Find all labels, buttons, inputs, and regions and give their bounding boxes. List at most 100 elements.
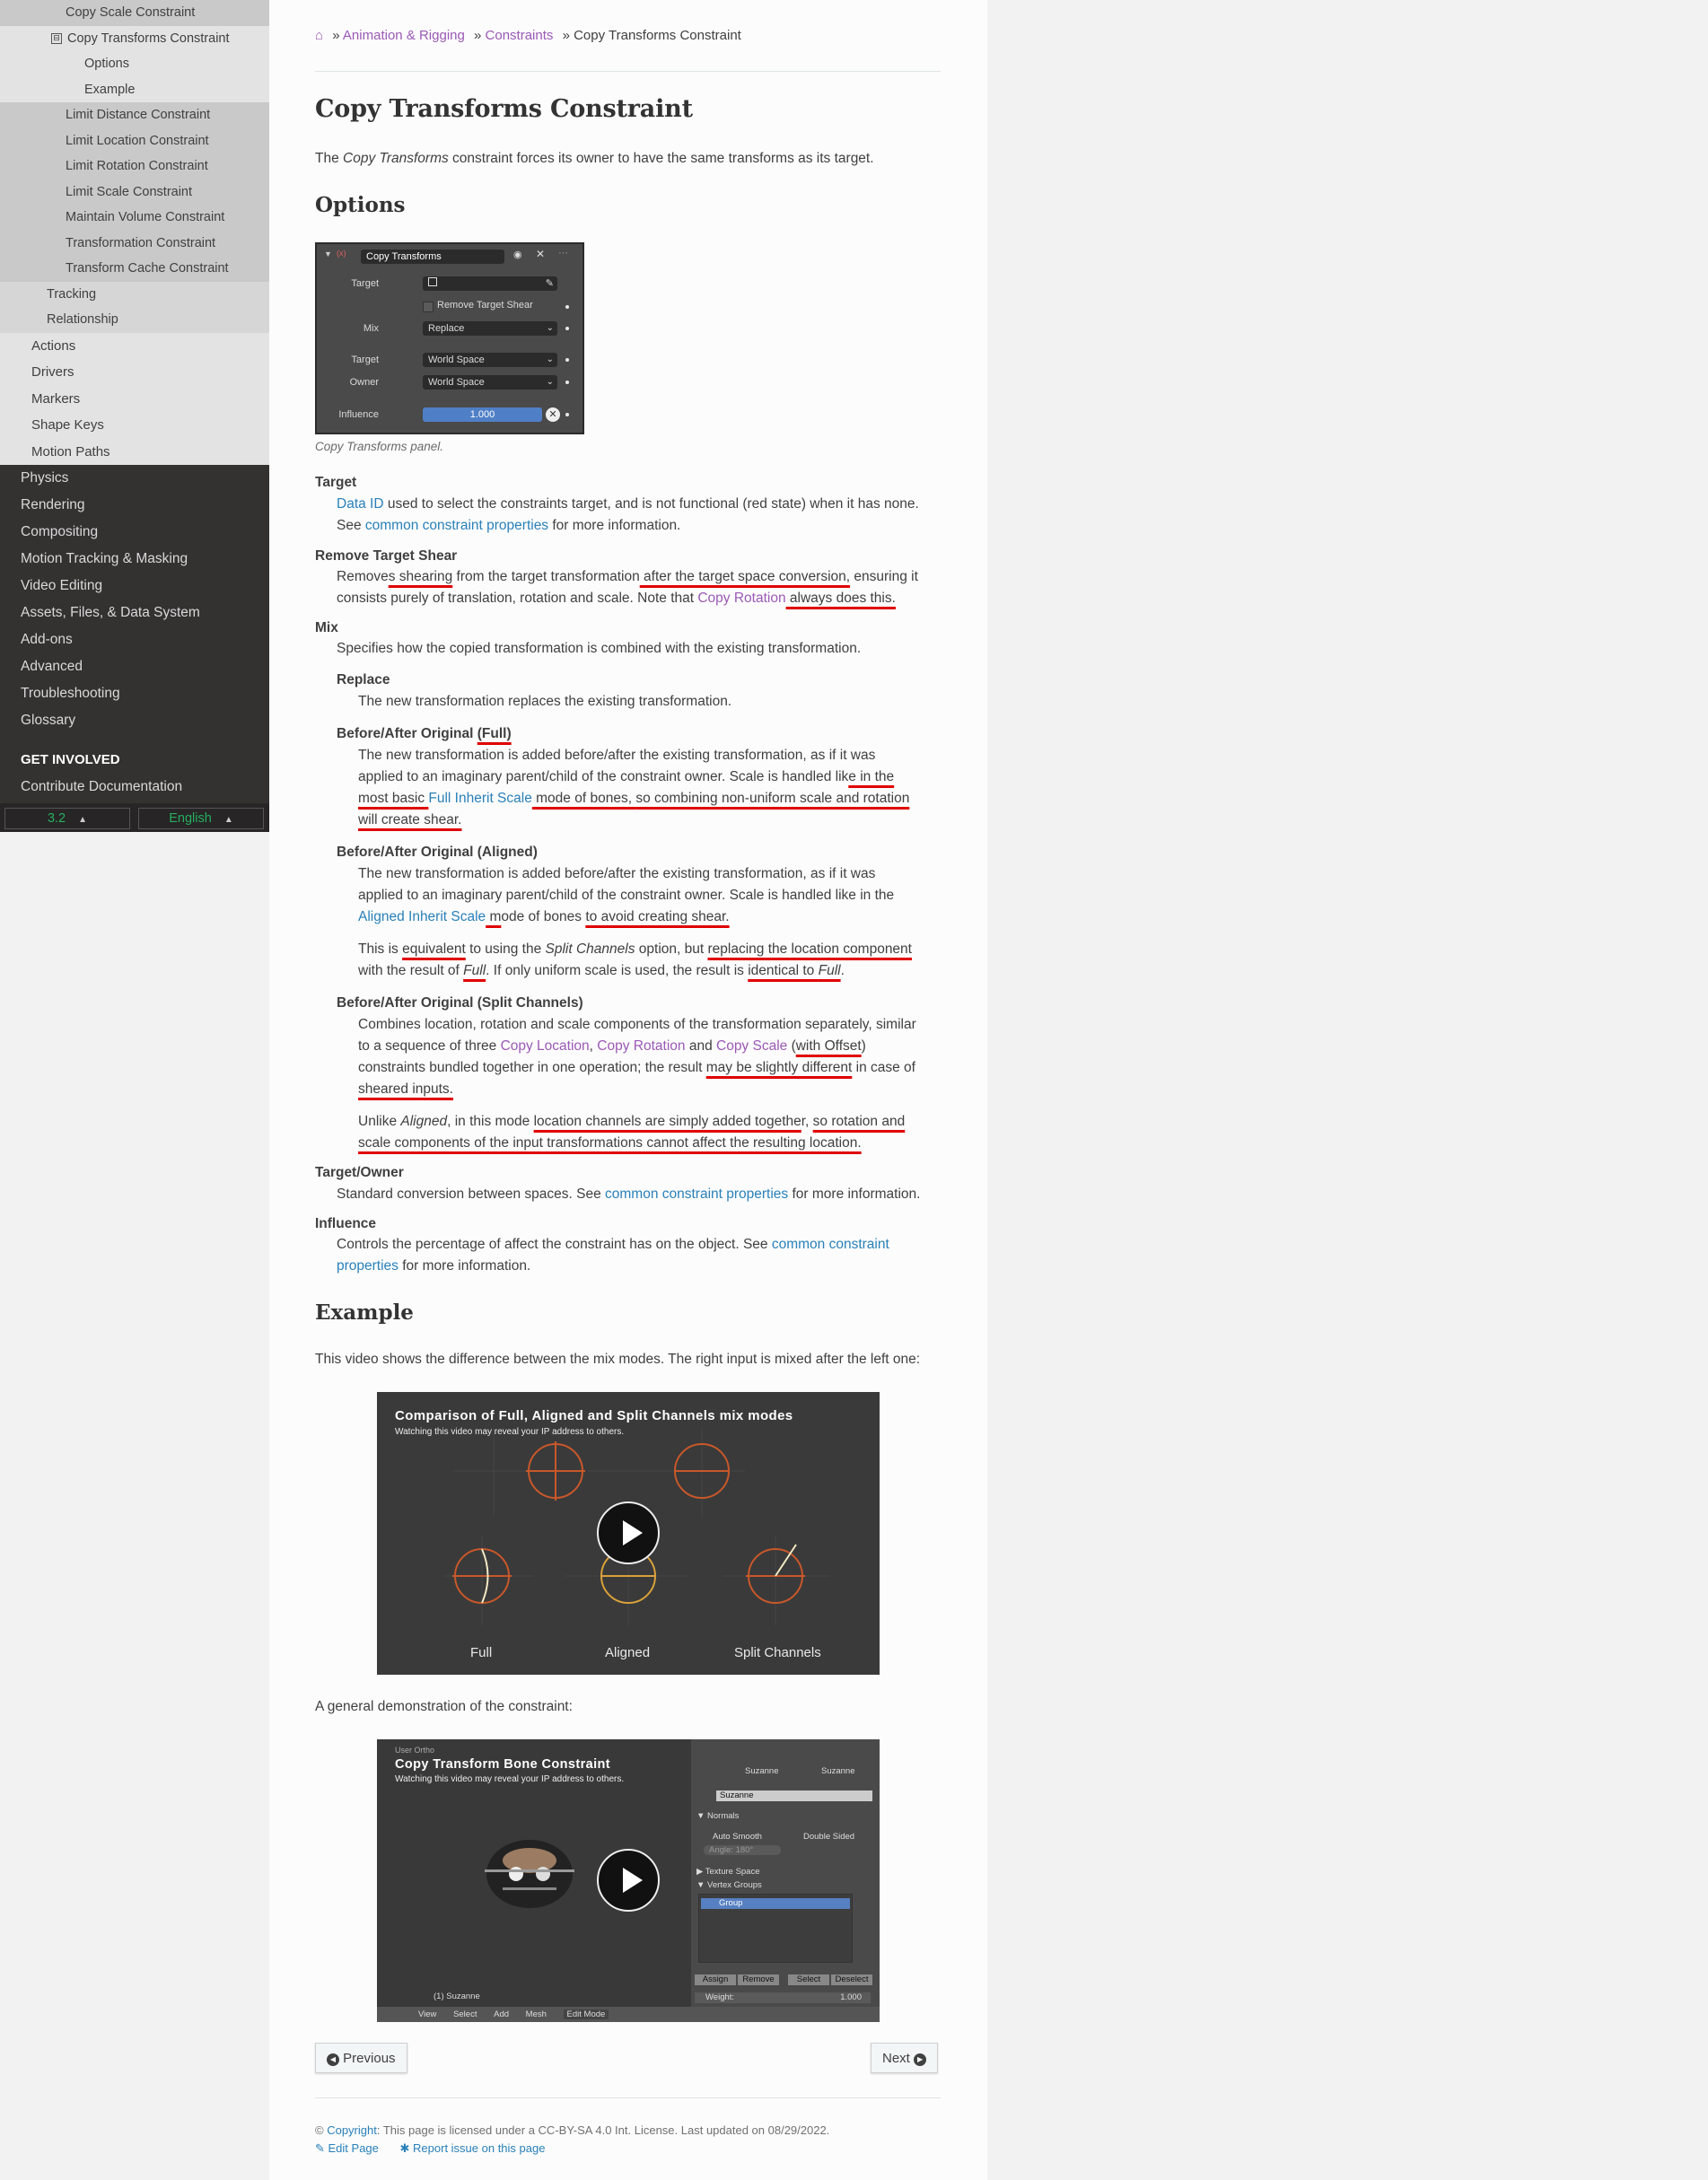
- example-text: This video shows the difference between …: [315, 1352, 921, 1367]
- sidebar-item-limit-location-constraint[interactable]: Limit Location Constraint: [0, 127, 269, 153]
- menu-mesh: Mesh: [525, 2009, 547, 2019]
- link-copy-rotation[interactable]: Copy Rotation: [697, 591, 785, 606]
- sidebar-item-label: Rendering: [21, 497, 85, 512]
- collapse-toggle-icon[interactable]: ⊟: [51, 32, 62, 44]
- term-remove-target-shear: Remove Target Shear: [315, 548, 458, 564]
- divider: [315, 71, 941, 72]
- link-data-id[interactable]: Data ID: [337, 496, 384, 512]
- sidebar-item-example[interactable]: Example: [0, 76, 269, 102]
- sidebar-item-copy-scale-constraint[interactable]: Copy Scale Constraint: [0, 0, 269, 26]
- sidebar-item-actions[interactable]: Actions: [0, 332, 269, 359]
- sidebar-item-motion-paths[interactable]: Motion Paths: [0, 438, 269, 465]
- sidebar-item-motion-tracking-masking[interactable]: Motion Tracking & Masking: [0, 546, 269, 573]
- sidebar-item-markers[interactable]: Markers: [0, 385, 269, 412]
- menu-select: Select: [453, 2009, 477, 2019]
- sidebar-item-label: Limit Distance Constraint: [66, 108, 211, 122]
- sidebar-item-physics[interactable]: Physics: [0, 465, 269, 492]
- constraint-type-icon: (x): [337, 249, 346, 258]
- sidebar-item-maintain-volume-constraint[interactable]: Maintain Volume Constraint: [0, 205, 269, 231]
- link-copy-rotation[interactable]: Copy Rotation: [597, 1038, 685, 1054]
- sidebar-item-transformation-constraint[interactable]: Transformation Constraint: [0, 230, 269, 256]
- previous-button[interactable]: ◀ Previous: [315, 2043, 407, 2073]
- desc-full: The new transformation is added before/a…: [358, 748, 910, 827]
- language-select[interactable]: English ▲: [138, 808, 264, 829]
- sidebar-item-label: Glossary: [21, 713, 76, 728]
- play-icon[interactable]: [597, 1849, 660, 1912]
- options-heading: Options: [315, 193, 406, 217]
- sidebar-item-limit-distance-constraint[interactable]: Limit Distance Constraint: [0, 102, 269, 128]
- language-caret-icon: ▲: [223, 815, 233, 825]
- angle-field: Angle: 180°: [704, 1845, 781, 1855]
- sidebar-item-transform-cache-constraint[interactable]: Transform Cache Constraint: [0, 256, 269, 282]
- sidebar-item-compositing[interactable]: Compositing: [0, 519, 269, 546]
- home-icon[interactable]: ⌂: [315, 28, 323, 43]
- play-icon[interactable]: [597, 1501, 660, 1564]
- sidebar-item-rendering[interactable]: Rendering: [0, 492, 269, 519]
- sidebar-item-advanced[interactable]: Advanced: [0, 653, 269, 680]
- breadcrumb-current: Copy Transforms Constraint: [574, 28, 741, 43]
- sidebar-item-label: Motion Paths: [31, 443, 110, 460]
- suzanne-mesh-graphic: [485, 1840, 574, 1908]
- edit-page-link[interactable]: ✎ Edit Page: [315, 2141, 379, 2155]
- copyright-link[interactable]: Copyright: [327, 2123, 377, 2137]
- breadcrumb-constraints[interactable]: Constraints: [486, 28, 554, 43]
- remove-shear-label: Remove Target Shear: [437, 300, 533, 311]
- link-aligned-inherit-scale[interactable]: Aligned Inherit Scale: [358, 909, 486, 924]
- sidebar-item-label: Compositing: [21, 524, 99, 539]
- main-content: ⌂ » Animation & Rigging » Constraints » …: [269, 0, 987, 2180]
- keyframe-dot: [565, 381, 569, 384]
- copy-transforms-panel-image: ▼ (x) Copy Transforms ◉ ✕ ⋯ Target ✎ Rem…: [315, 242, 584, 434]
- term-replace: Replace: [337, 672, 390, 687]
- mix-select: Replace ⌄: [423, 321, 557, 336]
- link-copy-location[interactable]: Copy Location: [501, 1038, 590, 1054]
- sidebar-nav-list: Copy Scale Constraint ⊟ Copy Transforms Co…: [0, 0, 269, 734]
- term-split-channels: Before/After Original (Split Channels): [337, 995, 583, 1011]
- sidebar-item-label: Example: [84, 82, 136, 97]
- report-issue-link[interactable]: ✱ Report issue on this page: [400, 2141, 546, 2155]
- breadcrumb: ⌂ » Animation & Rigging » Constraints » …: [315, 25, 941, 47]
- sidebar-item-add-ons[interactable]: Add-ons: [0, 626, 269, 653]
- link-common-constraint[interactable]: common constraint: [772, 1237, 889, 1252]
- video-mix-modes[interactable]: Comparison of Full, Aligned and Split Ch…: [377, 1392, 880, 1675]
- link-properties[interactable]: properties: [337, 1258, 399, 1274]
- language-value: English: [169, 811, 212, 826]
- sidebar-item-relationship[interactable]: Relationship: [0, 307, 269, 333]
- get-involved-caption: GET INVOLVED: [21, 752, 120, 767]
- version-select[interactable]: 3.2 ▲: [4, 808, 130, 829]
- sidebar-item-limit-scale-constraint[interactable]: Limit Scale Constraint: [0, 179, 269, 205]
- footer-license: © Copyright: This page is licensed under…: [315, 2123, 830, 2137]
- sidebar-item-troubleshooting[interactable]: Troubleshooting: [0, 680, 269, 707]
- sidebar-item-limit-rotation-constraint[interactable]: Limit Rotation Constraint: [0, 153, 269, 179]
- sidebar-item-label: Copy Scale Constraint: [66, 5, 196, 20]
- sidebar: Copy Scale Constraint ⊟ Copy Transforms Co…: [0, 0, 269, 832]
- breadcrumb-animation-rigging[interactable]: Animation & Rigging: [343, 28, 465, 43]
- select-button: Select: [788, 1974, 829, 1985]
- next-button[interactable]: Next ▶: [871, 2043, 939, 2073]
- sidebar-item-video-editing[interactable]: Video Editing: [0, 573, 269, 600]
- sidebar-item-label: Transform Cache Constraint: [66, 261, 229, 276]
- link-common-constraint-properties[interactable]: common constraint properties: [365, 518, 548, 533]
- sidebar-item-contribute[interactable]: Contribute Documentation: [0, 774, 269, 801]
- sidebar-item-label: Limit Rotation Constraint: [66, 159, 208, 173]
- mode-select: Edit Mode: [563, 2009, 609, 2019]
- sidebar-item-assets-files-data-system[interactable]: Assets, Files, & Data System: [0, 600, 269, 626]
- desc-influence: Controls the percentage of affect the co…: [337, 1237, 889, 1274]
- eyedropper-icon: ✎: [545, 278, 554, 289]
- vertex-groups-panel: ▼ Vertex Groups: [696, 1880, 762, 1890]
- viewport-view-label: User Ortho: [395, 1746, 435, 1755]
- sidebar-item-tracking[interactable]: Tracking: [0, 281, 269, 307]
- sidebar-item-drivers[interactable]: Drivers: [0, 359, 269, 386]
- link-full-inherit-scale[interactable]: Full Inherit Scale: [428, 791, 531, 806]
- sidebar-item-options[interactable]: Options: [0, 51, 269, 77]
- sidebar-item-label: Relationship: [47, 312, 118, 327]
- object-icon: [428, 277, 437, 286]
- sidebar-item-copy-transforms-constraint[interactable]: ⊟ Copy Transforms Constraint: [0, 25, 269, 51]
- link-copy-scale[interactable]: Copy Scale: [716, 1038, 787, 1054]
- sidebar-item-shape-keys[interactable]: Shape Keys: [0, 412, 269, 439]
- chevron-down-icon: ⌄: [546, 377, 554, 387]
- video-bone-constraint[interactable]: User Ortho Copy Transform Bone Constrain…: [377, 1739, 880, 2022]
- double-sided-checkbox: Double Sided: [803, 1832, 855, 1842]
- chevron-down-icon: ⌄: [546, 323, 554, 333]
- link-common-constraint-properties[interactable]: common constraint properties: [605, 1186, 788, 1202]
- sidebar-item-glossary[interactable]: Glossary: [0, 707, 269, 734]
